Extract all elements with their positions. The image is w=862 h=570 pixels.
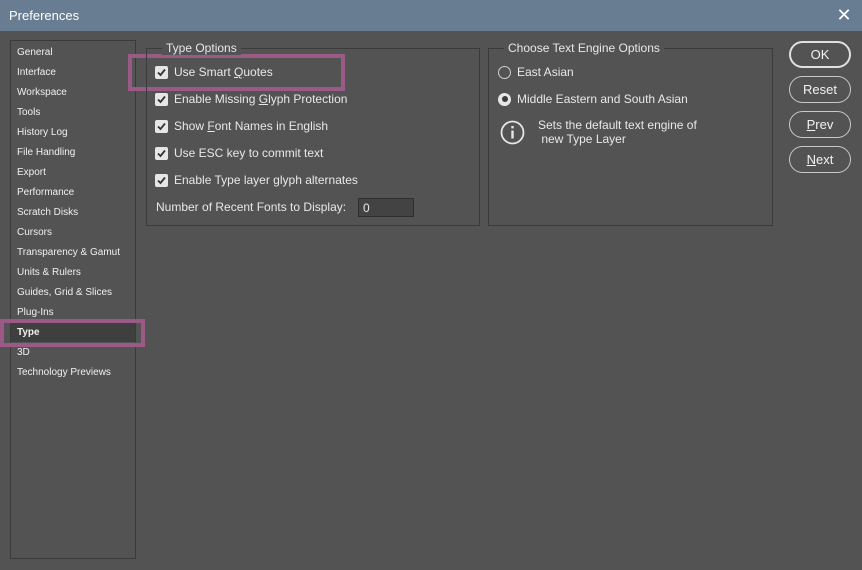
label-use-smart-quotes: Use Smart Quotes bbox=[174, 65, 273, 79]
check-icon bbox=[157, 95, 166, 103]
label-enable-glyph-alternates: Enable Type layer glyph alternates bbox=[174, 173, 358, 187]
middle-eastern-option[interactable]: Middle Eastern and South Asian bbox=[498, 91, 688, 107]
recent-fonts-input[interactable] bbox=[358, 198, 414, 217]
sidebar-item-workspace[interactable]: Workspace bbox=[17, 82, 67, 102]
sidebar-item-units-rulers[interactable]: Units & Rulers bbox=[17, 262, 81, 282]
checkbox-enable-missing-glyph[interactable] bbox=[155, 92, 168, 106]
text-engine-title: Choose Text Engine Options bbox=[504, 41, 664, 55]
show-font-names-english-row[interactable]: Show Font Names in English bbox=[155, 118, 328, 134]
sidebar-item-history-log[interactable]: History Log bbox=[17, 122, 68, 142]
recent-fonts-label: Number of Recent Fonts to Display: bbox=[156, 200, 347, 214]
check-icon bbox=[157, 176, 166, 184]
use-smart-quotes-row[interactable]: Use Smart Quotes bbox=[155, 64, 273, 80]
east-asian-option[interactable]: East Asian bbox=[498, 64, 574, 80]
sidebar-item-plug-ins[interactable]: Plug-Ins bbox=[17, 302, 54, 322]
label-show-font-names-english: Show Font Names in English bbox=[174, 119, 329, 133]
sidebar-item-transparency-gamut[interactable]: Transparency & Gamut bbox=[17, 242, 120, 262]
label-east-asian: East Asian bbox=[517, 65, 574, 79]
radio-east-asian[interactable] bbox=[498, 65, 511, 79]
checkbox-use-esc-key[interactable] bbox=[155, 146, 168, 160]
sidebar-item-file-handling[interactable]: File Handling bbox=[17, 142, 75, 162]
label-enable-missing-glyph: Enable Missing Glyph Protection bbox=[174, 92, 348, 106]
sidebar-item-general[interactable]: General bbox=[17, 42, 53, 62]
sidebar-item-performance[interactable]: Performance bbox=[17, 182, 74, 202]
reset-button[interactable]: Reset bbox=[789, 76, 851, 103]
preferences-sidebar: General Interface Workspace Tools Histor… bbox=[10, 40, 136, 559]
text-engine-info: Sets the default text engine of new Type… bbox=[538, 118, 697, 146]
sidebar-item-3d[interactable]: 3D bbox=[17, 342, 30, 362]
checkbox-use-smart-quotes[interactable] bbox=[155, 65, 168, 79]
sidebar-item-technology-previews[interactable]: Technology Previews bbox=[17, 362, 111, 382]
enable-glyph-alternates-row[interactable]: Enable Type layer glyph alternates bbox=[155, 172, 358, 188]
label-use-esc-key: Use ESC key to commit text bbox=[174, 146, 324, 160]
radio-middle-eastern-south-asian[interactable] bbox=[498, 92, 511, 106]
check-icon bbox=[157, 68, 166, 76]
check-icon bbox=[157, 122, 166, 130]
sidebar-item-tools[interactable]: Tools bbox=[17, 102, 40, 122]
info-icon bbox=[500, 120, 525, 145]
use-esc-key-row[interactable]: Use ESC key to commit text bbox=[155, 145, 323, 161]
enable-missing-glyph-row[interactable]: Enable Missing Glyph Protection bbox=[155, 91, 347, 107]
sidebar-item-guides-grid-slices[interactable]: Guides, Grid & Slices bbox=[17, 282, 112, 302]
prev-button[interactable]: Prev bbox=[789, 111, 851, 138]
sidebar-item-scratch-disks[interactable]: Scratch Disks bbox=[17, 202, 78, 222]
check-icon bbox=[157, 149, 166, 157]
sidebar-item-interface[interactable]: Interface bbox=[17, 62, 56, 82]
type-options-title: Type Options bbox=[162, 41, 241, 55]
sidebar-item-cursors[interactable]: Cursors bbox=[17, 222, 52, 242]
window-title: Preferences bbox=[9, 8, 80, 23]
close-icon[interactable]: ✕ bbox=[834, 5, 854, 25]
sidebar-item-export[interactable]: Export bbox=[17, 162, 46, 182]
next-button[interactable]: Next bbox=[789, 146, 851, 173]
label-middle-eastern-south-asian: Middle Eastern and South Asian bbox=[517, 92, 688, 106]
checkbox-enable-glyph-alternates[interactable] bbox=[155, 173, 168, 187]
sidebar-item-type[interactable]: Type bbox=[11, 322, 135, 342]
title-bar: Preferences ✕ bbox=[0, 0, 862, 31]
ok-button[interactable]: OK bbox=[789, 41, 851, 68]
checkbox-show-font-names-english[interactable] bbox=[155, 119, 168, 133]
